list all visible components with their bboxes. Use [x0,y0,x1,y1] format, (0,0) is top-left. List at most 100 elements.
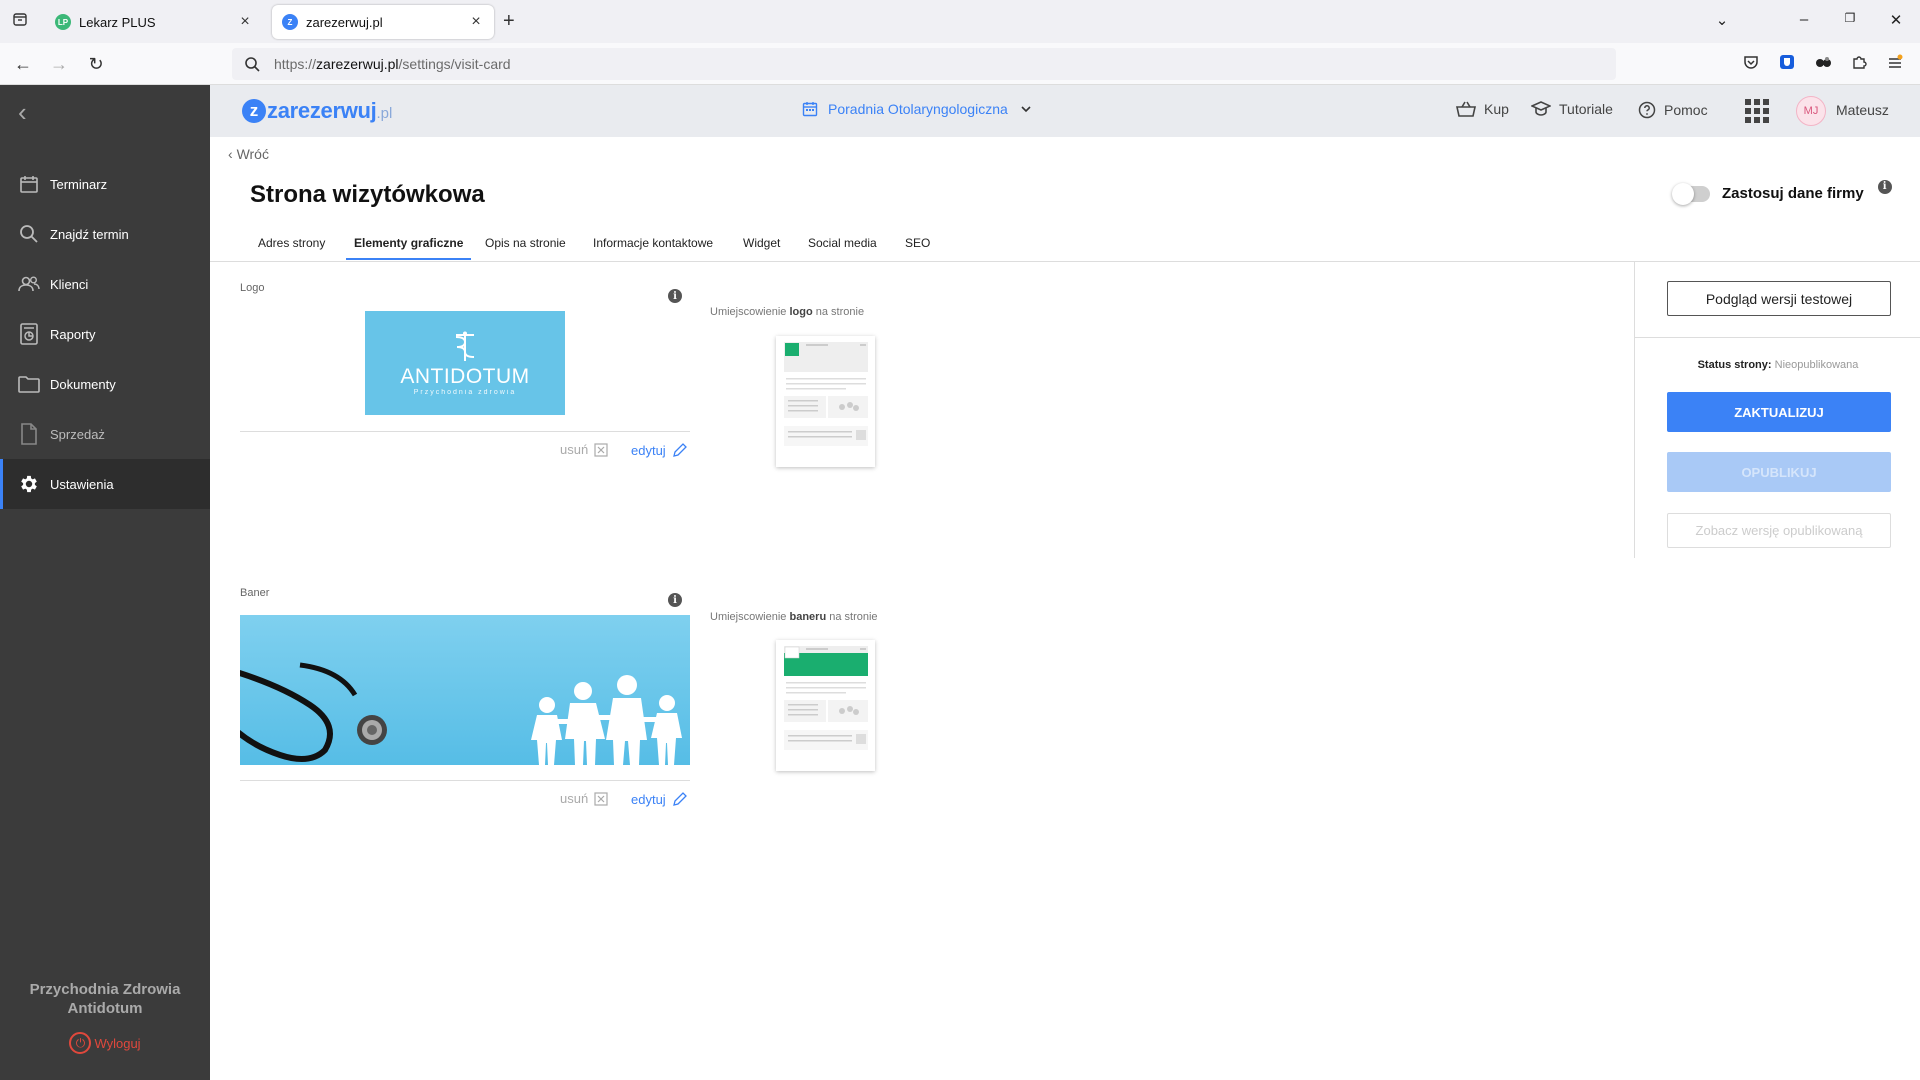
remove-label: usuń [560,791,589,806]
reload-icon[interactable]: ↻ [84,53,108,75]
browser-tab-lekarz-plus[interactable]: LP Lekarz PLUS × [45,5,263,39]
logo-placement-thumbnail [776,336,875,467]
organization-name-line2: Antidotum [67,1000,143,1017]
url-scheme: https:// [274,56,317,72]
apps-grid-icon[interactable] [1745,99,1769,123]
search-icon [245,57,260,72]
panel-divider [1635,337,1920,338]
page-status: Status strony: Nieopublikowana [1635,359,1920,371]
brand-z-icon: z [242,99,266,123]
view-published-button[interactable]: Zobacz wersję opublikowaną [1667,513,1891,548]
new-tab-icon[interactable]: + [503,11,515,31]
sidebar: ‹ Terminarz Znajdź termin Klienci Raport… [0,85,210,1080]
info-icon[interactable]: i [1877,179,1892,194]
banner-section-label: Baner [240,587,270,599]
sidebar-item-terminarz[interactable]: Terminarz [0,159,210,209]
banner-placement-thumbnail [776,640,875,771]
logout-label: Wyloguj [94,1035,141,1051]
lekarz-plus-favicon-icon: LP [55,14,71,30]
sidebar-item-sprzedaz[interactable]: Sprzedaż [0,409,210,459]
remove-x-icon [594,791,608,806]
address-bar[interactable]: https://zarezerwuj.pl/settings/visit-car… [232,48,1616,80]
avatar[interactable]: MJ [1796,96,1826,126]
zarezerwuj-favicon-icon: Z [282,14,298,30]
placement-bold: baneru [789,611,827,623]
sidebar-item-znajdz-termin[interactable]: Znajdź termin [0,209,210,259]
logo-divider [240,431,690,432]
sidebar-item-label: Raporty [50,326,96,342]
document-icon [18,423,40,445]
user-name[interactable]: Mateusz [1836,102,1889,118]
sidebar-item-dokumenty[interactable]: Dokumenty [0,359,210,409]
logo-image: ANTIDOTUM Przychodnia zdrowia [365,311,565,415]
tutorials-link[interactable]: Tutoriale [1531,101,1613,117]
preview-test-version-button[interactable]: Podgląd wersji testowej [1667,281,1891,316]
publish-button[interactable]: OPUBLIKUJ [1667,452,1891,492]
update-button[interactable]: ZAKTUALIZUJ [1667,392,1891,432]
tab-seo[interactable]: SEO [905,236,930,258]
buy-label: Kup [1484,101,1509,117]
clinic-selector[interactable]: Poradnia Otolaryngologiczna [802,101,1032,117]
minimize-icon[interactable]: – [1792,11,1816,28]
logo-info-icon[interactable]: i [668,289,682,303]
close-tab-icon[interactable]: × [237,13,253,31]
status-label: Status strony: [1697,359,1772,371]
users-icon [18,273,40,295]
calendar-icon [18,173,40,195]
back-link[interactable]: ‹ Wróć [228,146,269,162]
status-value: Nieopublikowana [1774,359,1859,371]
tab-widget[interactable]: Widget [743,236,780,258]
restore-icon[interactable]: ❐ [1838,11,1862,25]
banner-edit-button[interactable]: edytuj [631,791,688,807]
pencil-icon [672,443,687,457]
banner-remove-button[interactable]: usuń [560,791,608,806]
banner-image [240,615,690,765]
sidebar-item-ustawienia[interactable]: Ustawienia [0,459,210,509]
browser-tab-zarezerwuj[interactable]: Z zarezerwuj.pl × [272,5,494,39]
tab-opis-na-stronie[interactable]: Opis na stronie [485,236,566,258]
banner-info-icon[interactable]: i [668,593,682,607]
tab-informacje-kontaktowe[interactable]: Informacje kontaktowe [593,236,713,258]
close-window-icon[interactable]: ✕ [1884,11,1908,29]
close-tab-icon[interactable]: × [468,13,484,31]
sidebar-item-label: Ustawienia [50,476,114,492]
extension-glasses-icon[interactable] [1813,54,1833,74]
apply-company-data-toggle[interactable]: Zastosuj dane firmy i [1672,179,1892,205]
page-title: Strona wizytówkowa [250,181,485,208]
tab-list-icon[interactable] [10,11,30,31]
clinic-name: Poradnia Otolaryngologiczna [828,101,1008,117]
collapse-sidebar-chevron-icon[interactable]: ‹ [18,99,27,125]
logo-text: ANTIDOTUM [400,364,530,388]
help-link[interactable]: Pomoc [1638,101,1708,119]
brand-name: zarezerwuj [267,98,377,123]
logo-subtext: Przychodnia zdrowia [413,388,517,396]
sidebar-item-raporty[interactable]: Raporty [0,309,210,359]
folder-icon [18,373,40,395]
toggle-label: Zastosuj dane firmy [1722,185,1864,202]
forward-arrow-icon[interactable]: → [47,53,71,75]
remove-x-icon [594,442,608,457]
tab-elementy-graficzne[interactable]: Elementy graficzne [346,236,472,260]
url-host: zarezerwuj.pl [316,56,399,72]
logo-edit-button[interactable]: edytuj [631,442,688,458]
buy-link[interactable]: Kup [1456,101,1509,117]
menu-hamburger-icon[interactable] [1885,54,1905,74]
pocket-icon[interactable] [1741,54,1761,74]
tab-title: Lekarz PLUS [79,14,156,30]
extensions-puzzle-icon[interactable] [1849,54,1869,74]
logo-remove-button[interactable]: usuń [560,442,608,457]
logout-button[interactable]: ⏻ Wyloguj [0,1032,210,1054]
calendar-icon [802,102,818,117]
toggle-switch[interactable] [1672,182,1710,205]
tab-overflow-chevron-icon[interactable]: ⌄ [1710,11,1734,29]
brand-logo[interactable]: z zarezerwuj .pl [242,98,392,124]
tab-adres-strony[interactable]: Adres strony [258,236,325,258]
sidebar-item-klienci[interactable]: Klienci [0,259,210,309]
tab-social-media[interactable]: Social media [808,236,877,258]
caduceus-icon [455,331,475,361]
basket-icon [1456,101,1476,117]
bitwarden-icon[interactable] [1777,54,1797,74]
back-arrow-icon[interactable]: ← [11,53,35,75]
organization-name: Przychodnia Zdrowia Antidotum [0,980,210,1018]
placement-suffix: na stronie [829,611,878,623]
